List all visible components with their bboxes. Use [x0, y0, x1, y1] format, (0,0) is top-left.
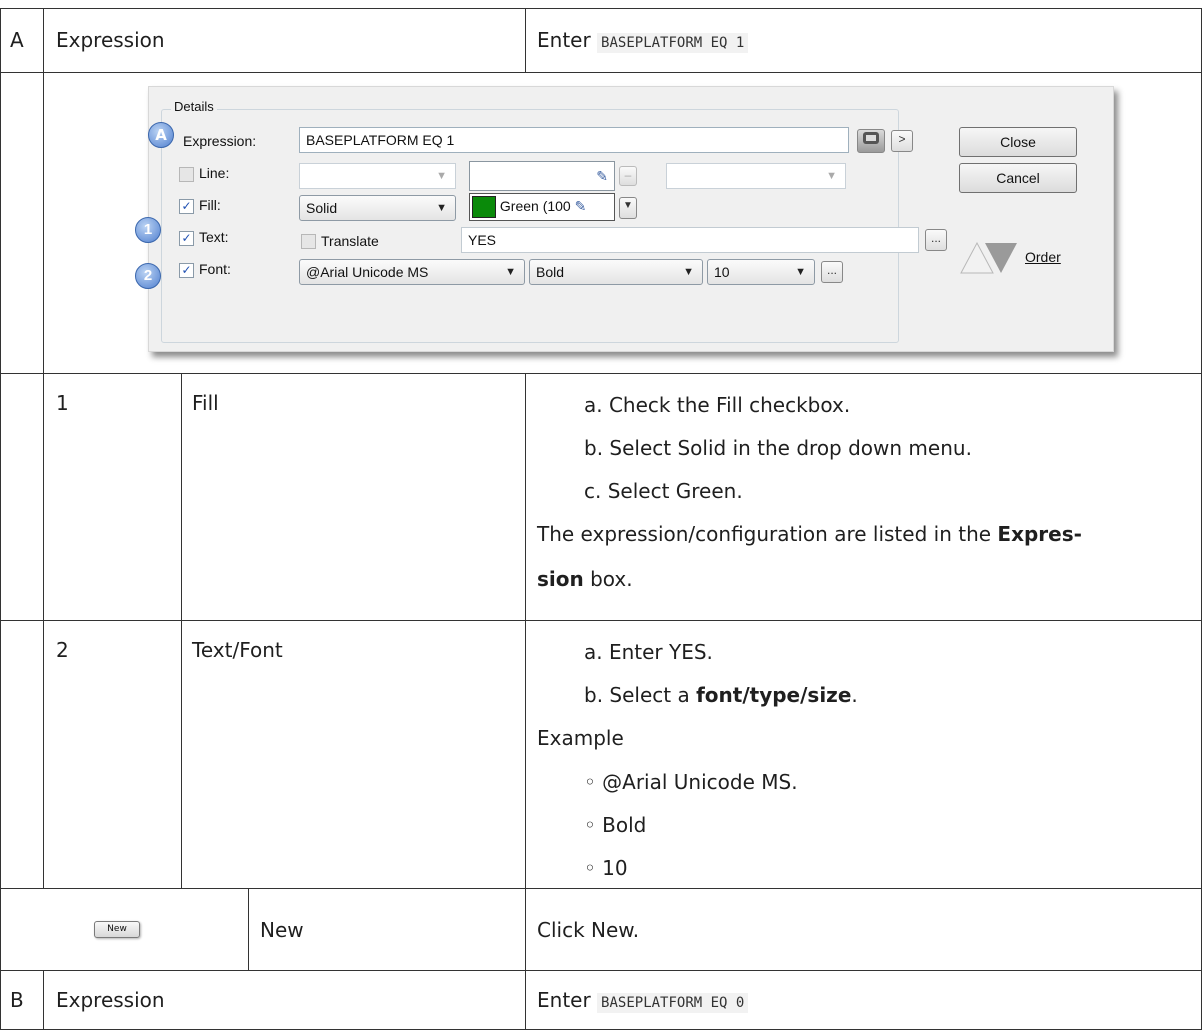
row-2-example-1: ◦ @Arial Unicode MS.	[584, 770, 798, 794]
fill-style-value: Solid	[306, 200, 338, 216]
row-1-note-bold-1: Expres-	[997, 522, 1082, 546]
fill-style-arrow-icon: ▼	[436, 202, 447, 214]
row-2-step-b-suffix: .	[851, 683, 858, 707]
font-size-dropdown[interactable]: 10 ▼	[707, 259, 815, 285]
font-size-arrow-icon: ▼	[795, 266, 806, 278]
row-1-note-bold-2: sion	[537, 567, 584, 591]
col-divider-letter	[43, 8, 44, 888]
table-border-left	[0, 8, 1, 1030]
row-1-note-before: The expression/configuration are listed …	[537, 522, 992, 546]
col-divider-action-top	[525, 8, 526, 73]
row-b-letter: B	[10, 988, 24, 1012]
font-weight-arrow-icon: ▼	[683, 266, 694, 278]
font-weight-dropdown[interactable]: Bold ▼	[529, 259, 703, 285]
col-divider-letter-b	[43, 970, 44, 1030]
font-size-value: 10	[714, 264, 730, 280]
text-input[interactable]: YES	[461, 227, 919, 253]
font-checkbox[interactable]: ✓	[179, 263, 194, 278]
font-name-value: @Arial Unicode MS	[306, 264, 429, 280]
row-2-step-b-prefix: b. Select a	[584, 683, 690, 707]
table-border-row2	[0, 72, 1202, 73]
text-ellipsis-button[interactable]: ...	[925, 229, 947, 251]
table-border-row6	[0, 970, 1202, 971]
cancel-button[interactable]: Cancel	[959, 163, 1077, 193]
details-dialog: Details Expression: BASEPLATFORM EQ 1 > …	[135, 86, 1114, 352]
row-a-action: Enter BASEPLATFORM EQ 1	[537, 27, 749, 56]
row-a-code: BASEPLATFORM EQ 1	[597, 33, 749, 53]
line-width-dropdown[interactable]: ▼	[666, 163, 846, 189]
fill-label: Fill:	[199, 197, 221, 213]
row-a-label: Expression	[56, 28, 165, 52]
new-row-action: Click New.	[537, 918, 640, 942]
row-1-note-line-2: sion box.	[537, 566, 633, 592]
text-checkbox[interactable]: ✓	[179, 231, 194, 246]
expand-button[interactable]: >	[891, 130, 913, 152]
font-ellipsis-button[interactable]: ...	[821, 261, 843, 283]
line-color-input[interactable]: ✎	[469, 161, 615, 191]
step-1-badge: 1	[135, 217, 161, 243]
fill-checkbox[interactable]: ✓	[179, 199, 194, 214]
row-b-code: BASEPLATFORM EQ 0	[597, 993, 749, 1013]
row-1-step-b: b. Select Solid in the drop down menu.	[584, 436, 972, 460]
text-label: Text:	[199, 229, 229, 245]
fill-color-text: Green (100	[499, 198, 571, 214]
expression-builder-glyph	[863, 132, 879, 144]
row-2-number: 2	[56, 638, 69, 662]
new-button-image[interactable]: New	[94, 921, 140, 938]
col-divider-new	[248, 888, 249, 970]
row-2-example-label: Example	[537, 726, 624, 750]
row-b-action: Enter BASEPLATFORM EQ 0	[537, 987, 749, 1016]
font-name-arrow-icon: ▼	[505, 266, 516, 278]
expression-input[interactable]: BASEPLATFORM EQ 1	[299, 127, 849, 153]
close-button[interactable]: Close	[959, 127, 1077, 157]
row-2-label: Text/Font	[192, 638, 283, 662]
fill-color-dropdown[interactable]: ▼	[619, 197, 637, 219]
line-width-arrow-icon: ▼	[826, 170, 837, 182]
row-b-action-prefix: Enter	[537, 988, 591, 1012]
fill-color-picker-icon: ✎	[574, 198, 587, 214]
row-2-example-2: ◦ Bold	[584, 813, 647, 837]
table-border-top	[0, 8, 1202, 9]
order-button[interactable]: Order	[959, 237, 1079, 277]
fill-style-dropdown[interactable]: Solid ▼	[299, 195, 456, 221]
row-1-note-after: box.	[590, 567, 633, 591]
line-color-spin[interactable]: –	[619, 166, 637, 186]
row-a-letter: A	[10, 28, 24, 52]
translate-label: Translate	[321, 233, 379, 249]
row-2-step-a: a. Enter YES.	[584, 640, 713, 664]
row-a-action-prefix: Enter	[537, 28, 591, 52]
row-1-step-a: a. Check the Fill checkbox.	[584, 393, 851, 417]
row-2-step-b-bold: font/type/size	[696, 683, 852, 707]
details-group-title: Details	[171, 99, 217, 114]
col-divider-action	[525, 373, 526, 1030]
fill-color-swatch	[472, 196, 496, 219]
translate-checkbox[interactable]	[301, 234, 316, 249]
row-1-note-line-1: The expression/configuration are listed …	[537, 521, 1082, 547]
font-weight-value: Bold	[536, 264, 565, 280]
new-row-label: New	[260, 918, 304, 942]
order-arrows-icon	[960, 241, 1017, 274]
row-1-number: 1	[56, 391, 69, 415]
row-2-step-b: b. Select a font/type/size.	[584, 682, 858, 708]
line-style-arrow-icon: ▼	[436, 170, 447, 182]
row-b-label: Expression	[56, 988, 165, 1012]
step-2-badge: 2	[135, 263, 161, 289]
row-2-example-3: ◦ 10	[584, 856, 628, 880]
line-color-picker-icon: ✎	[596, 168, 608, 184]
expression-builder-icon[interactable]	[857, 129, 885, 153]
step-a-badge: A	[148, 122, 174, 148]
row-1-step-c: c. Select Green.	[584, 479, 743, 503]
col-divider-number	[181, 373, 182, 888]
order-label: Order	[1025, 249, 1061, 265]
line-checkbox[interactable]	[179, 167, 194, 182]
row-1-label: Fill	[192, 391, 219, 415]
table-border-row5	[0, 888, 1202, 889]
font-name-dropdown[interactable]: @Arial Unicode MS ▼	[299, 259, 525, 285]
line-label: Line:	[199, 165, 230, 181]
font-label: Font:	[199, 261, 231, 277]
line-style-dropdown[interactable]: ▼	[299, 163, 456, 189]
expression-label: Expression:	[183, 133, 257, 149]
fill-color-input[interactable]: Green (100 ✎	[469, 193, 615, 221]
